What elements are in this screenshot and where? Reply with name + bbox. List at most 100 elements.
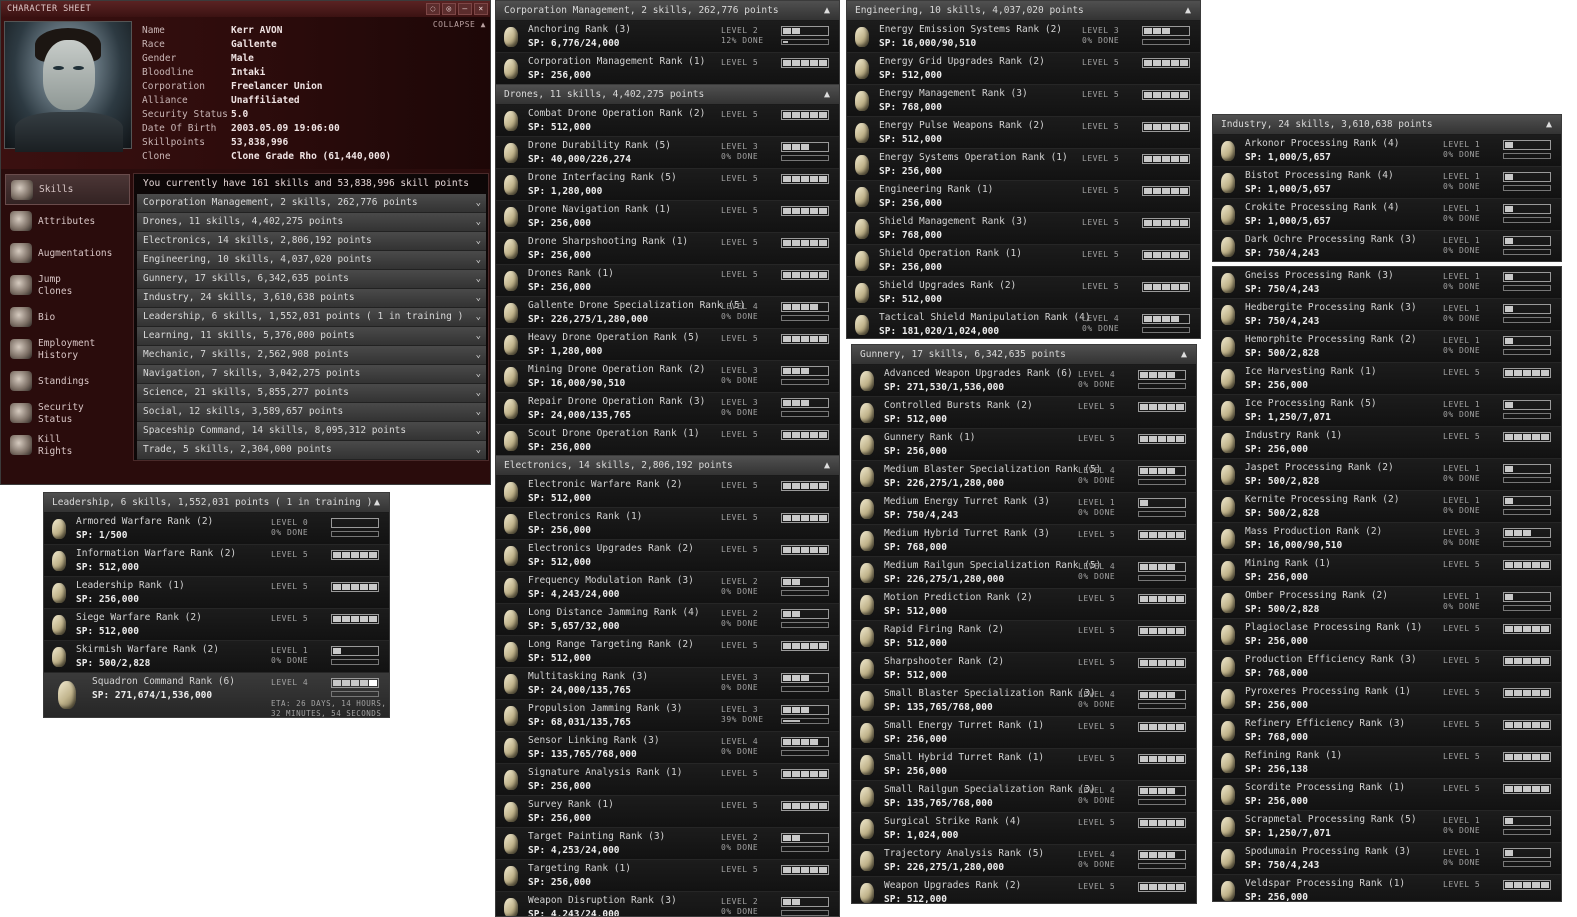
minimize-button[interactable]: – <box>458 3 472 15</box>
skill-group-row[interactable]: Trade, 5 skills, 2,304,000 points ⌄ <box>137 441 486 460</box>
chevron-down-icon[interactable]: ⌄ <box>476 232 481 250</box>
skill-row[interactable]: Energy Pulse Weapons Rank (2) SP: 512,000… <box>847 117 1200 149</box>
skill-group-row[interactable]: Science, 21 skills, 5,855,277 points ⌄ <box>137 384 486 403</box>
skill-row[interactable]: Dark Ochre Processing Rank (3) SP: 750/4,… <box>1213 231 1561 261</box>
skill-row[interactable]: Energy Grid Upgrades Rank (2) SP: 512,000… <box>847 53 1200 85</box>
skill-row[interactable]: Weapon Disruption Rank (3) SP: 4,243/24,0… <box>496 892 839 916</box>
skill-row[interactable]: Repair Drone Operation Rank (3) SP: 24,00… <box>496 393 839 425</box>
options-button[interactable]: ◎ <box>442 3 456 15</box>
skill-row[interactable]: Scordite Processing Rank (1) SP: 256,000 L… <box>1213 779 1561 811</box>
skill-row[interactable]: Medium Energy Turret Rank (3) SP: 750/4,2… <box>852 493 1196 525</box>
skill-row[interactable]: Shield Upgrades Rank (2) SP: 512,000 LEVEL… <box>847 277 1200 309</box>
skill-row[interactable]: Siege Warfare Rank (2) SP: 512,000 LEVEL 5 <box>44 609 389 641</box>
skill-row[interactable]: Ice Harvesting Rank (1) SP: 256,000 LEVEL … <box>1213 363 1561 395</box>
skill-row[interactable]: Information Warfare Rank (2) SP: 512,000 L… <box>44 545 389 577</box>
skill-row[interactable]: Anchoring Rank (3) SP: 6,776/24,000 LEVEL … <box>496 21 839 53</box>
skill-row[interactable]: Production Efficiency Rank (3) SP: 768,00… <box>1213 651 1561 683</box>
sidebar-item-standings[interactable]: Standings <box>5 366 130 397</box>
skill-row[interactable]: Target Painting Rank (3) SP: 4,253/24,000… <box>496 828 839 860</box>
skill-row[interactable]: Hedbergite Processing Rank (3) SP: 750/4,… <box>1213 299 1561 331</box>
skill-row[interactable]: Skirmish Warfare Rank (2) SP: 500/2,828 LE… <box>44 641 389 673</box>
skill-row[interactable]: Controlled Bursts Rank (2) SP: 512,000 LEV… <box>852 397 1196 429</box>
skill-group-row[interactable]: Engineering, 10 skills, 4,037,020 points… <box>137 251 486 270</box>
skill-row[interactable]: Plagioclase Processing Rank (1) SP: 256,0… <box>1213 619 1561 651</box>
skill-row[interactable]: Armored Warfare Rank (2) SP: 1/500 LEVEL 0… <box>44 513 389 545</box>
skill-row[interactable]: Small Hybrid Turret Rank (1) SP: 256,000 L… <box>852 749 1196 781</box>
chevron-down-icon[interactable]: ⌄ <box>476 441 481 459</box>
help-button[interactable]: ◌ <box>426 3 440 15</box>
skill-group-row[interactable]: Navigation, 7 skills, 3,042,275 points ⌄ <box>137 365 486 384</box>
close-button[interactable]: × <box>474 3 488 15</box>
skill-row[interactable]: Spodumain Processing Rank (3) SP: 750/4,2… <box>1213 843 1561 875</box>
skill-row[interactable]: Small Blaster Specialization Rank (3) SP:… <box>852 685 1196 717</box>
skill-row[interactable]: Veldspar Processing Rank (1) SP: 256,000 L… <box>1213 875 1561 901</box>
skill-row[interactable]: Small Energy Turret Rank (1) SP: 256,000 L… <box>852 717 1196 749</box>
skill-row[interactable]: Combat Drone Operation Rank (2) SP: 512,0… <box>496 105 839 137</box>
skill-row[interactable]: Gallente Drone Specialization Rank (5) SP… <box>496 297 839 329</box>
skill-row[interactable]: Weapon Upgrades Rank (2) SP: 512,000 LEVEL… <box>852 877 1196 903</box>
skill-row[interactable]: Gneiss Processing Rank (3) SP: 750/4,243 L… <box>1213 267 1561 299</box>
skill-row[interactable]: Sensor Linking Rank (3) SP: 135,765/768,0… <box>496 732 839 764</box>
skill-row[interactable]: Drone Interfacing Rank (5) SP: 1,280,000 L… <box>496 169 839 201</box>
chevron-down-icon[interactable]: ⌄ <box>476 213 481 231</box>
skill-row[interactable]: Long Range Targeting Rank (2) SP: 512,000… <box>496 636 839 668</box>
skill-row[interactable]: Pyroxeres Processing Rank (1) SP: 256,000… <box>1213 683 1561 715</box>
skill-row[interactable]: Hemorphite Processing Rank (2) SP: 500/2,… <box>1213 331 1561 363</box>
sidebar-item-kill-rights[interactable]: Kill Rights <box>5 430 130 461</box>
skill-row[interactable]: Corporation Management Rank (1) SP: 256,0… <box>496 53 839 84</box>
skill-row[interactable]: Energy Systems Operation Rank (1) SP: 256… <box>847 149 1200 181</box>
chevron-down-icon[interactable]: ⌄ <box>476 384 481 402</box>
skill-row[interactable]: Leadership Rank (1) SP: 256,000 LEVEL 5 <box>44 577 389 609</box>
skill-group-row[interactable]: Mechanic, 7 skills, 2,562,908 points ⌄ <box>137 346 486 365</box>
skill-row[interactable]: Shield Management Rank (3) SP: 768,000 LEV… <box>847 213 1200 245</box>
skill-row[interactable]: Electronics Rank (1) SP: 256,000 LEVEL 5 <box>496 508 839 540</box>
skill-row[interactable]: Energy Emission Systems Rank (2) SP: 16,0… <box>847 21 1200 53</box>
skill-row[interactable]: Drones Rank (1) SP: 256,000 LEVEL 5 <box>496 265 839 297</box>
chevron-down-icon[interactable]: ⌄ <box>476 194 481 212</box>
skill-row[interactable]: Signature Analysis Rank (1) SP: 256,000 LE… <box>496 764 839 796</box>
skill-row[interactable]: Mining Rank (1) SP: 256,000 LEVEL 5 <box>1213 555 1561 587</box>
skill-row[interactable]: Drone Navigation Rank (1) SP: 256,000 LEVE… <box>496 201 839 233</box>
sidebar-item-attributes[interactable]: Attributes <box>5 206 130 237</box>
skill-row[interactable]: Kernite Processing Rank (2) SP: 500/2,828… <box>1213 491 1561 523</box>
chevron-down-icon[interactable]: ⌄ <box>476 346 481 364</box>
skill-row[interactable]: Refinery Efficiency Rank (3) SP: 768,000 L… <box>1213 715 1561 747</box>
skill-row[interactable]: Heavy Drone Operation Rank (5) SP: 1,280,… <box>496 329 839 361</box>
skill-row[interactable]: Bistot Processing Rank (4) SP: 1,000/5,65… <box>1213 167 1561 199</box>
skill-row[interactable]: Ice Processing Rank (5) SP: 1,250/7,071 LE… <box>1213 395 1561 427</box>
skill-group-row[interactable]: Social, 12 skills, 3,589,657 points ⌄ <box>137 403 486 422</box>
skill-row[interactable]: Squadron Command Rank (6) SP: 271,674/1,5… <box>44 673 389 717</box>
skill-row[interactable]: Surgical Strike Rank (4) SP: 1,024,000 LEV… <box>852 813 1196 845</box>
skill-row[interactable]: Survey Rank (1) SP: 256,000 LEVEL 5 <box>496 796 839 828</box>
skill-group-row[interactable]: Corporation Management, 2 skills, 262,77… <box>137 194 486 213</box>
skill-row[interactable]: Scrapmetal Processing Rank (5) SP: 1,250/… <box>1213 811 1561 843</box>
skill-row[interactable]: Medium Blaster Specialization Rank (5) SP… <box>852 461 1196 493</box>
skill-row[interactable]: Scout Drone Operation Rank (1) SP: 256,00… <box>496 425 839 455</box>
skill-row[interactable]: Energy Management Rank (3) SP: 768,000 LEV… <box>847 85 1200 117</box>
chevron-down-icon[interactable]: ⌄ <box>476 365 481 383</box>
skill-row[interactable]: Multitasking Rank (3) SP: 24,000/135,765 L… <box>496 668 839 700</box>
sidebar-item-bio[interactable]: Bio <box>5 302 130 333</box>
skill-row[interactable]: Long Distance Jamming Rank (4) SP: 5,657/… <box>496 604 839 636</box>
skill-group-row[interactable]: Drones, 11 skills, 4,402,275 points ⌄ <box>137 213 486 232</box>
skill-group-row[interactable]: Spaceship Command, 14 skills, 8,095,312 … <box>137 422 486 441</box>
skill-row[interactable]: Sharpshooter Rank (2) SP: 512,000 LEVEL 5 <box>852 653 1196 685</box>
skill-row[interactable]: Electronics Upgrades Rank (2) SP: 512,000… <box>496 540 839 572</box>
chevron-down-icon[interactable]: ⌄ <box>476 270 481 288</box>
collapse-chevron-icon[interactable]: ▲ <box>820 459 834 472</box>
skill-row[interactable]: Frequency Modulation Rank (3) SP: 4,243/2… <box>496 572 839 604</box>
chevron-down-icon[interactable]: ⌄ <box>476 308 481 326</box>
skill-row[interactable]: Omber Processing Rank (2) SP: 500/2,828 LE… <box>1213 587 1561 619</box>
chevron-down-icon[interactable]: ⌄ <box>476 251 481 269</box>
skill-row[interactable]: Targeting Rank (1) SP: 256,000 LEVEL 5 <box>496 860 839 892</box>
skill-row[interactable]: Shield Operation Rank (1) SP: 256,000 LEVE… <box>847 245 1200 277</box>
skill-row[interactable]: Mining Drone Operation Rank (2) SP: 16,00… <box>496 361 839 393</box>
skill-group-row[interactable]: Electronics, 14 skills, 2,806,192 points… <box>137 232 486 251</box>
skill-row[interactable]: Gunnery Rank (1) SP: 256,000 LEVEL 5 <box>852 429 1196 461</box>
character-sheet-titlebar[interactable]: CHARACTER SHEET ◌ ◎ – × <box>1 1 490 17</box>
skill-row[interactable]: Engineering Rank (1) SP: 256,000 LEVEL 5 <box>847 181 1200 213</box>
skill-group-row[interactable]: Leadership, 6 skills, 1,552,031 points (… <box>137 308 486 327</box>
skill-group-row[interactable]: Industry, 24 skills, 3,610,638 points ⌄ <box>137 289 486 308</box>
skill-row[interactable]: Crokite Processing Rank (4) SP: 1,000/5,6… <box>1213 199 1561 231</box>
collapse-chevron-icon[interactable]: ▲ <box>820 4 834 17</box>
